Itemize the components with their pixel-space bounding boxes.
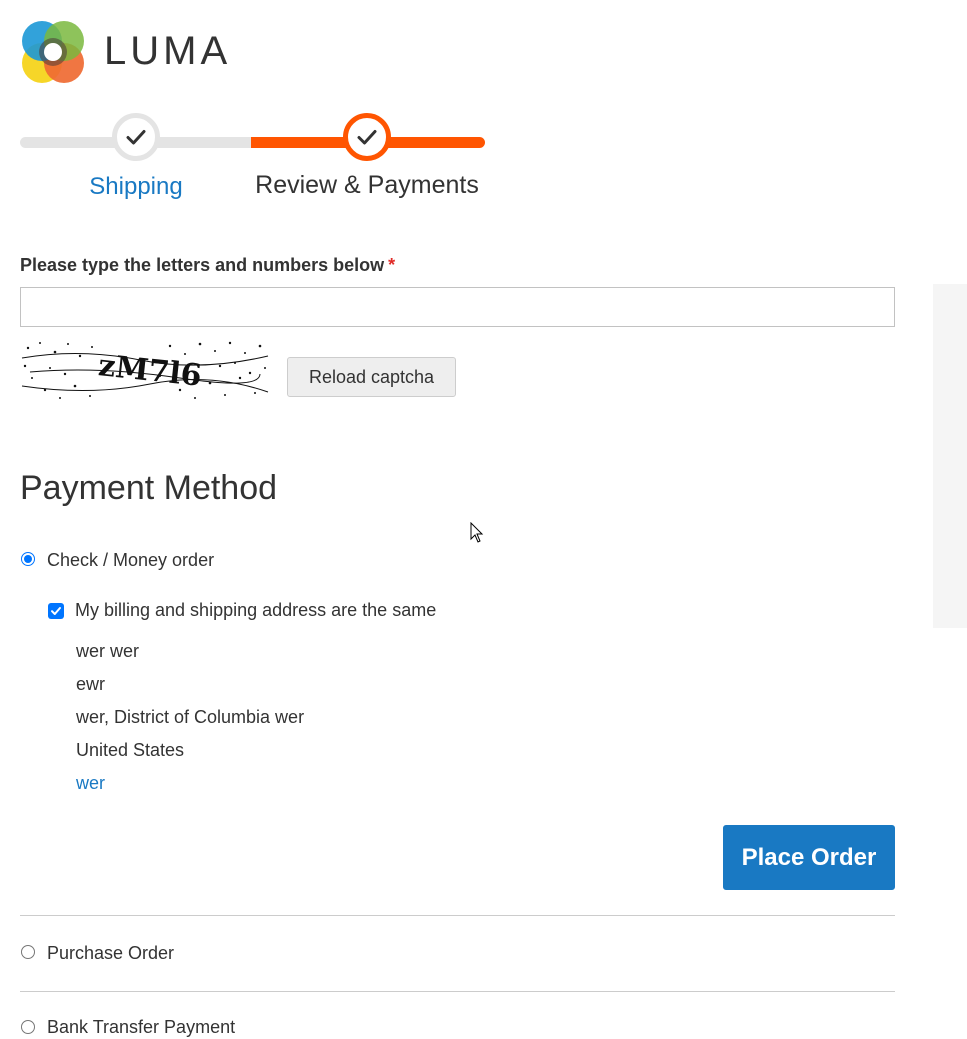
step-review-payments-label: Review & Payments: [255, 171, 479, 199]
reload-captcha-button[interactable]: Reload captcha: [287, 357, 456, 397]
radio-check-money-order[interactable]: [21, 552, 35, 566]
label-check-money-order[interactable]: Check / Money order: [47, 548, 214, 572]
step-shipping-check-icon: [112, 113, 160, 161]
same-address-checkbox[interactable]: [48, 603, 64, 619]
mouse-cursor-icon: [470, 521, 484, 544]
captcha-image: zM7l6: [20, 338, 270, 403]
address-line-phone-link[interactable]: wer: [76, 771, 105, 795]
label-bank-transfer[interactable]: Bank Transfer Payment: [47, 1015, 235, 1039]
address-line-country: United States: [76, 740, 185, 760]
payment-method-title: Payment Method: [20, 469, 278, 507]
luma-logo-icon[interactable]: [20, 19, 86, 85]
captcha-label: Please type the letters and numbers belo…: [20, 253, 395, 277]
same-address-label[interactable]: My billing and shipping address are the …: [75, 598, 436, 622]
order-summary-panel: [933, 284, 967, 628]
step-payments-check-icon: [343, 113, 391, 161]
captcha-label-text: Please type the letters and numbers belo…: [20, 255, 385, 275]
checkmark-icon: [51, 607, 61, 615]
divider: [20, 915, 895, 916]
address-line-name: wer wer: [76, 641, 140, 661]
radio-purchase-order[interactable]: [21, 945, 35, 959]
address-line-city: wer, District of Columbia wer: [76, 707, 305, 727]
address-line-street: ewr: [76, 674, 106, 694]
step-shipping-link[interactable]: Shipping: [60, 170, 212, 204]
place-order-button[interactable]: Place Order: [723, 825, 895, 890]
brand-name[interactable]: LUMA: [104, 26, 231, 76]
label-purchase-order[interactable]: Purchase Order: [47, 941, 174, 965]
radio-bank-transfer[interactable]: [21, 1020, 35, 1034]
captcha-input[interactable]: [20, 287, 895, 327]
required-marker: *: [388, 255, 396, 275]
divider: [20, 991, 895, 992]
